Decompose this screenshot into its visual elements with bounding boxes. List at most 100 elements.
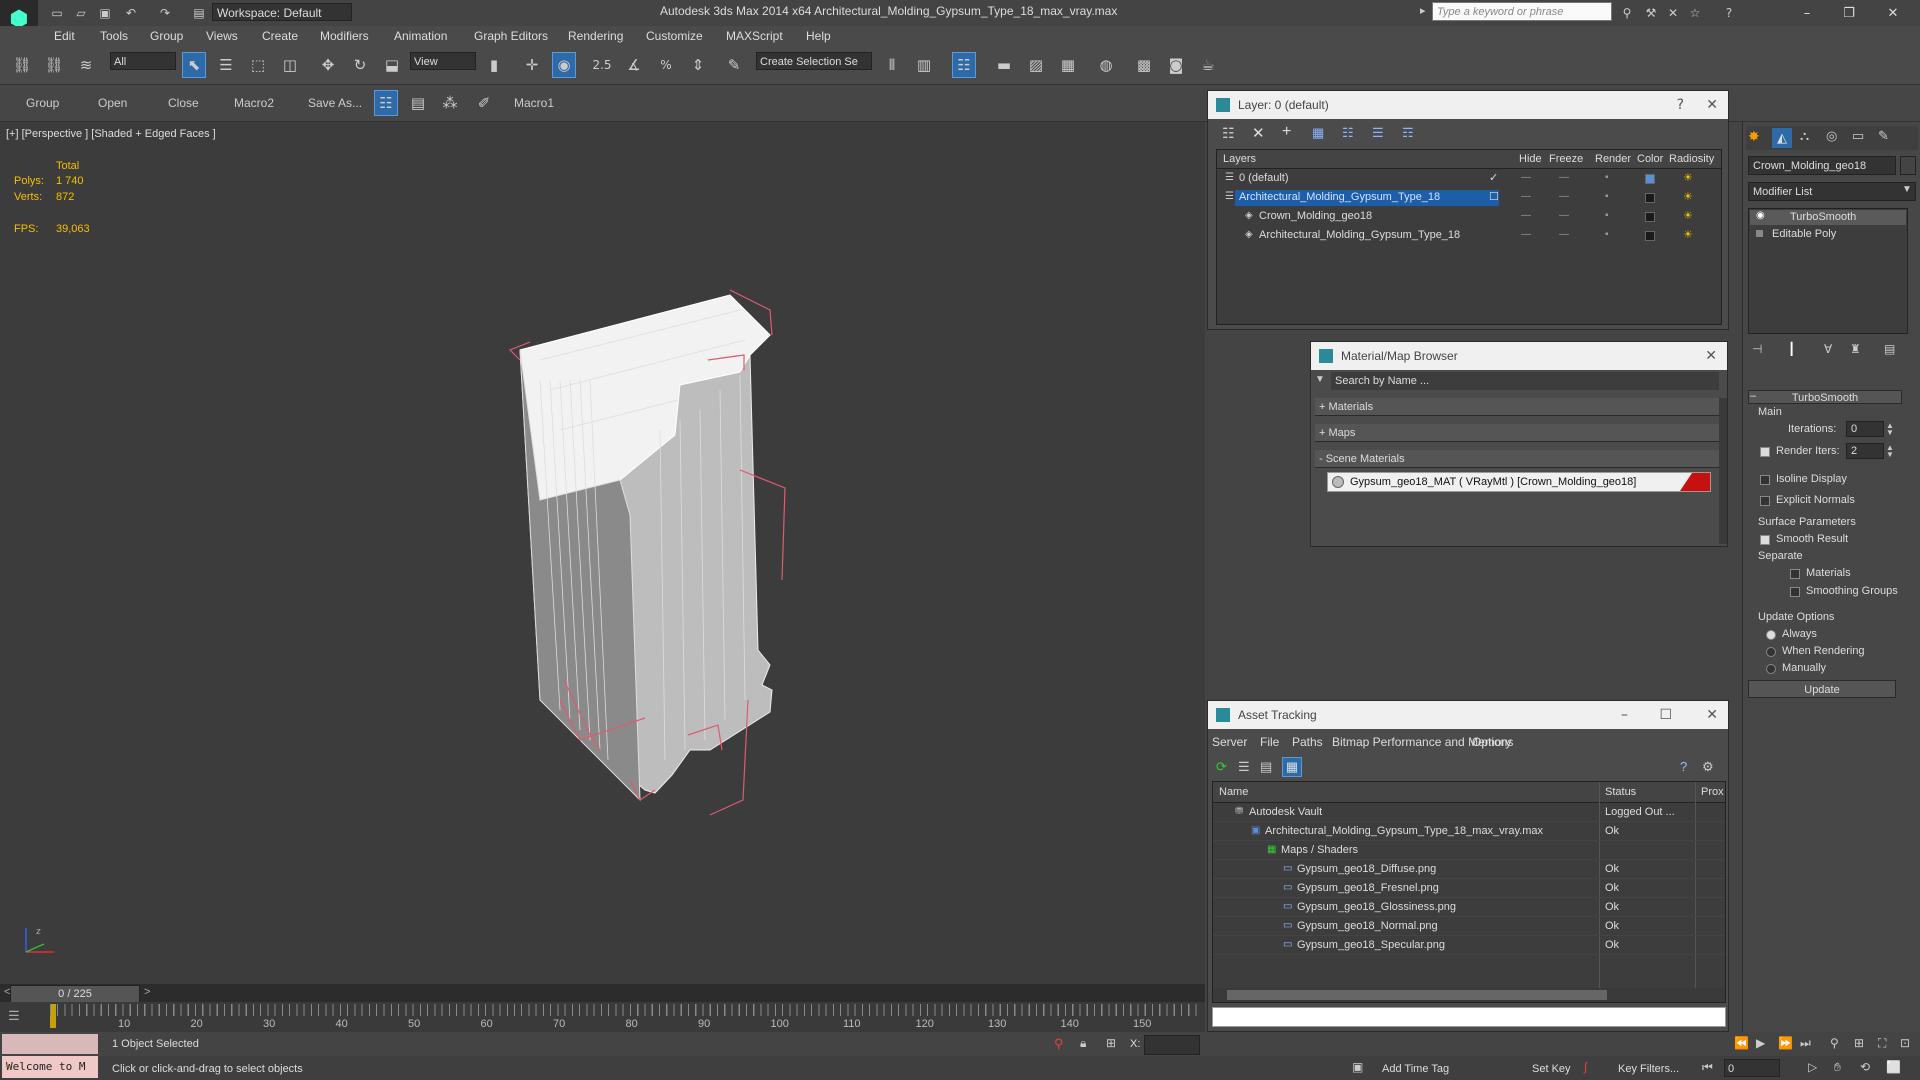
tree-view-icon[interactable]: ▤ [1260, 759, 1272, 775]
layer-name[interactable]: Architectural_Molding_Gypsum_Type_18 [1259, 229, 1460, 241]
open-file-icon[interactable]: ▱ [72, 4, 90, 22]
freeze-toggle-icon[interactable]: — [1559, 229, 1569, 240]
asset-scroll-thumb[interactable] [1227, 990, 1607, 1000]
selection-lock-icon[interactable]: 🔒︎ [1080, 1036, 1086, 1051]
menu-views[interactable]: Views [206, 29, 238, 43]
zoom-extents-all-icon[interactable]: ⊡ [1900, 1036, 1910, 1050]
asset-tracking-dialog[interactable]: Asset Tracking – ☐ ✕ Server File Paths Bitm… [1207, 700, 1729, 1032]
asset-name[interactable]: Gypsum_geo18_Normal.png [1297, 920, 1438, 932]
refresh-icon[interactable]: ⟳ [1216, 759, 1227, 775]
make-unique-icon[interactable]: ∀ [1824, 342, 1832, 356]
selection-filter-dropdown[interactable]: All [110, 52, 176, 70]
delete-layer-icon[interactable]: ✕ [1252, 124, 1265, 142]
smooth-result-checkbox[interactable] [1760, 534, 1770, 548]
maximize-button[interactable]: ❐ [1832, 2, 1866, 24]
hide-toggle-icon[interactable]: — [1521, 210, 1531, 221]
curve-editor-icon[interactable]: ▨ [1024, 52, 1048, 78]
col-hide[interactable]: Hide [1519, 153, 1542, 165]
select-by-name-icon[interactable]: ☰ [214, 52, 238, 78]
material-editor-icon[interactable]: ◍ [1094, 52, 1118, 78]
remove-modifier-icon[interactable]: ♜ [1850, 342, 1861, 356]
asset-close-button[interactable]: ✕ [1706, 701, 1718, 729]
material-browser-scrollbar[interactable] [1719, 398, 1727, 544]
scene-material-item[interactable]: Gypsum_geo18_MAT ( VRayMtl ) [Crown_Mold… [1327, 472, 1711, 492]
goto-start-icon[interactable]: ⏮ [1702, 1060, 1713, 1075]
rollout-collapse-icon[interactable]: – [1750, 390, 1756, 402]
layer-manager-dialog[interactable]: Layer: 0 (default) ? ✕ ☷ ✕ + ▦ ☷ ☰ ☶ Lay… [1207, 90, 1729, 330]
asset-menu-server[interactable]: Server [1212, 735, 1247, 749]
layer-row[interactable]: ☰ Architectural_Molding_Gypsum_Type_18 ☐ — —… [1217, 189, 1721, 207]
hide-toggle-icon[interactable]: — [1521, 172, 1531, 183]
layer-color-swatch[interactable] [1645, 231, 1655, 241]
zoom-extents-icon[interactable]: ⛶ [1878, 1036, 1886, 1051]
undo-icon[interactable]: ↶ [122, 4, 140, 22]
menu-create[interactable]: Create [262, 29, 298, 43]
asset-menu-options[interactable]: Options [1472, 735, 1513, 749]
object-color-swatch[interactable] [1900, 156, 1916, 175]
rendered-frame-window-icon[interactable]: ◙ [1164, 52, 1188, 78]
material-map-browser[interactable]: Material/Map Browser ✕ ▼ Search by Name … [1310, 341, 1728, 547]
macro1-button[interactable]: Macro1 [514, 96, 554, 110]
iterations-spinner[interactable]: 0 [1846, 421, 1884, 437]
snap-toggle-icon[interactable]: 2.5 [590, 52, 614, 78]
menu-maxscript[interactable]: MAXScript [726, 29, 783, 43]
stack-item-turbosmooth[interactable]: ◉ TurboSmooth [1750, 210, 1906, 225]
menu-group[interactable]: Group [150, 29, 183, 43]
menu-animation[interactable]: Animation [394, 29, 447, 43]
update-always-radio[interactable] [1766, 629, 1776, 643]
particle-view-icon[interactable]: ⁂ [438, 90, 462, 116]
percent-snap-icon[interactable]: % [654, 52, 678, 78]
new-file-icon[interactable]: ▭ [48, 4, 66, 22]
asset-name[interactable]: Autodesk Vault [1249, 806, 1322, 818]
asset-help-icon[interactable]: ? [1680, 759, 1687, 774]
keyboard-shortcut-override-icon[interactable]: ◉ [552, 52, 576, 78]
current-frame-input[interactable]: 0 [1724, 1059, 1780, 1077]
maxscript-listener-output[interactable] [2, 1034, 98, 1054]
time-slider[interactable] [0, 984, 1205, 1002]
menu-graph-editors[interactable]: Graph Editors [474, 29, 548, 43]
render-toggle-icon[interactable]: ▪ [1605, 210, 1609, 221]
open-group-button[interactable]: Open [98, 96, 127, 110]
configure-modifier-sets-icon[interactable]: ▤ [1884, 342, 1895, 356]
menu-customize[interactable]: Customize [646, 29, 703, 43]
communication-icon[interactable]: ✕ [1664, 4, 1682, 22]
asset-name[interactable]: Gypsum_geo18_Diffuse.png [1297, 863, 1436, 875]
asset-path-field[interactable] [1212, 1007, 1726, 1027]
col-status[interactable]: Status [1605, 786, 1636, 798]
active-layer-check-icon[interactable]: ✓ [1489, 171, 1498, 184]
isoline-display-checkbox[interactable] [1760, 474, 1770, 488]
update-when-rendering-radio[interactable] [1766, 646, 1776, 660]
radiosity-icon[interactable]: ☀ [1683, 190, 1693, 203]
freeze-toggle-icon[interactable]: — [1559, 191, 1569, 202]
asset-horizontal-scrollbar[interactable] [1213, 988, 1725, 1002]
mirror-icon[interactable]: ⫴ [880, 52, 904, 78]
orbit-icon[interactable]: ⟲ [1860, 1060, 1870, 1074]
col-proxy[interactable]: Prox [1701, 786, 1724, 798]
material-search-input[interactable]: Search by Name ... [1331, 372, 1719, 390]
asset-settings-icon[interactable]: ⚙ [1702, 759, 1714, 775]
key-filters-button[interactable]: Key Filters... [1618, 1063, 1679, 1075]
radiosity-icon[interactable]: ☀ [1683, 171, 1693, 184]
rectangular-selection-icon[interactable]: ⬚ [246, 52, 270, 78]
asset-name[interactable]: Gypsum_geo18_Glossiness.png [1297, 901, 1456, 913]
hierarchy-tab-icon[interactable]: ⛬ [1800, 128, 1809, 144]
move-icon[interactable]: ✥ [316, 52, 340, 78]
layer-list[interactable]: Layers Hide Freeze Render Color Radiosit… [1216, 149, 1722, 325]
col-layers[interactable]: Layers [1223, 153, 1256, 165]
time-slider-thumb[interactable]: 0 / 225 [10, 985, 140, 1003]
macro2-button[interactable]: Macro2 [234, 96, 274, 110]
isolate-icon[interactable]: ⚲ [1054, 1036, 1064, 1052]
modifier-list-dropdown[interactable]: Modifier List [1748, 182, 1916, 201]
layer-color-swatch[interactable] [1645, 193, 1655, 203]
add-to-layer-icon[interactable]: + [1282, 123, 1291, 141]
asset-row[interactable]: ⛃ Autodesk Vault Logged Out ... [1213, 804, 1725, 822]
redo-icon[interactable]: ↷ [156, 4, 174, 22]
freeze-toggle-icon[interactable]: — [1559, 172, 1569, 183]
rotate-icon[interactable]: ↻ [348, 52, 372, 78]
explicit-normals-checkbox[interactable] [1760, 495, 1770, 509]
layer-color-swatch[interactable] [1645, 174, 1655, 184]
create-layer-icon[interactable]: ☷ [1222, 125, 1235, 142]
scene-materials-group[interactable]: - Scene Materials [1315, 450, 1721, 468]
window-crossing-icon[interactable]: ◫ [278, 52, 302, 78]
material-browser-close-button[interactable]: ✕ [1705, 342, 1717, 370]
